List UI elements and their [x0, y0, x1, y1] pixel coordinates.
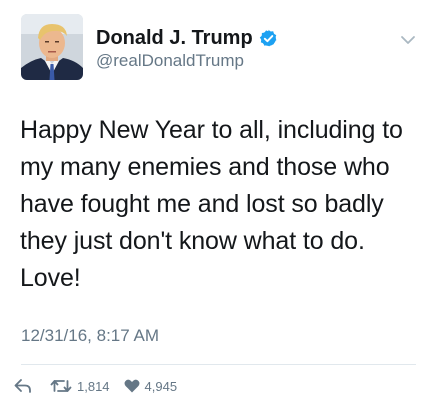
verified-badge-icon: [259, 29, 278, 48]
retweet-count: 1,814: [77, 378, 110, 394]
reply-icon: [14, 379, 31, 393]
tweet-actions: 1,814 4,945: [14, 377, 177, 395]
like-count: 4,945: [144, 378, 178, 394]
like-button[interactable]: 4,945: [124, 378, 178, 394]
chevron-down-icon[interactable]: [400, 33, 416, 45]
tweet-timestamp[interactable]: 12/31/16, 8:17 AM: [21, 326, 159, 346]
display-name[interactable]: Donald J. Trump: [96, 27, 253, 50]
avatar[interactable]: [21, 14, 83, 80]
author-name-row: Donald J. Trump: [96, 25, 278, 51]
reply-button[interactable]: [14, 379, 36, 393]
tweet-card: Donald J. Trump @realDonaldTrump Happy N…: [0, 0, 432, 403]
retweet-button[interactable]: 1,814: [50, 379, 110, 394]
profile-photo-icon: [21, 14, 83, 80]
user-handle[interactable]: @realDonaldTrump: [96, 51, 244, 71]
tweet-text: Happy New Year to all, including to my m…: [20, 116, 403, 292]
divider: [21, 364, 416, 365]
retweet-icon: [50, 380, 72, 392]
heart-icon: [124, 379, 140, 393]
